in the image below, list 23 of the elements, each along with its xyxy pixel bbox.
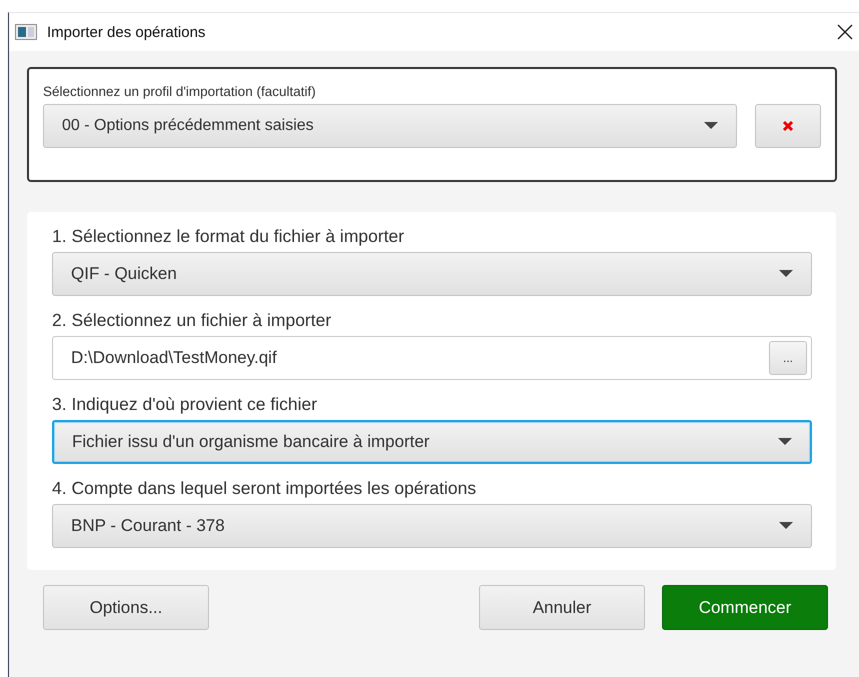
dropdown-arrow-icon xyxy=(779,270,793,278)
field-label: 1. Sélectionnez le format du fichier à importer xyxy=(52,226,406,247)
dropdown[interactable]: 00 - Options précédemment saisies xyxy=(43,104,737,148)
close-icon[interactable] xyxy=(837,24,853,40)
browse-button[interactable]: ... xyxy=(769,341,807,375)
dropdown-arrow-icon xyxy=(704,122,718,130)
dropdown-arrow-icon xyxy=(779,522,793,530)
dropdown[interactable]: BNP - Courant - 378 xyxy=(52,504,812,548)
dropdown[interactable]: Fichier issu d'un organisme bancaire à importer xyxy=(52,420,812,464)
start-button[interactable]: Commencer xyxy=(662,585,828,630)
field-label: Sélectionnez un profil d'importation (facultatif) xyxy=(43,84,317,99)
field-label: 3. Indiquez d'où provient ce fichier xyxy=(52,394,318,415)
window-app-icon xyxy=(15,24,37,40)
window-title: Importer des opérations xyxy=(47,24,206,40)
dropdown[interactable]: QIF - Quicken xyxy=(52,252,812,296)
close-icon xyxy=(782,120,794,132)
delete-button[interactable] xyxy=(755,104,821,148)
dialog-button[interactable]: Annuler xyxy=(479,585,645,630)
dialog-button[interactable]: Options... xyxy=(43,585,209,630)
dropdown-arrow-icon xyxy=(778,438,792,446)
file-path-field[interactable]: D:\Download\TestMoney.qif ... xyxy=(52,336,812,380)
field-label: 4. Compte dans lequel seront importées les opérations xyxy=(52,478,478,499)
field-label: 2. Sélectionnez un fichier à importer xyxy=(52,310,332,331)
